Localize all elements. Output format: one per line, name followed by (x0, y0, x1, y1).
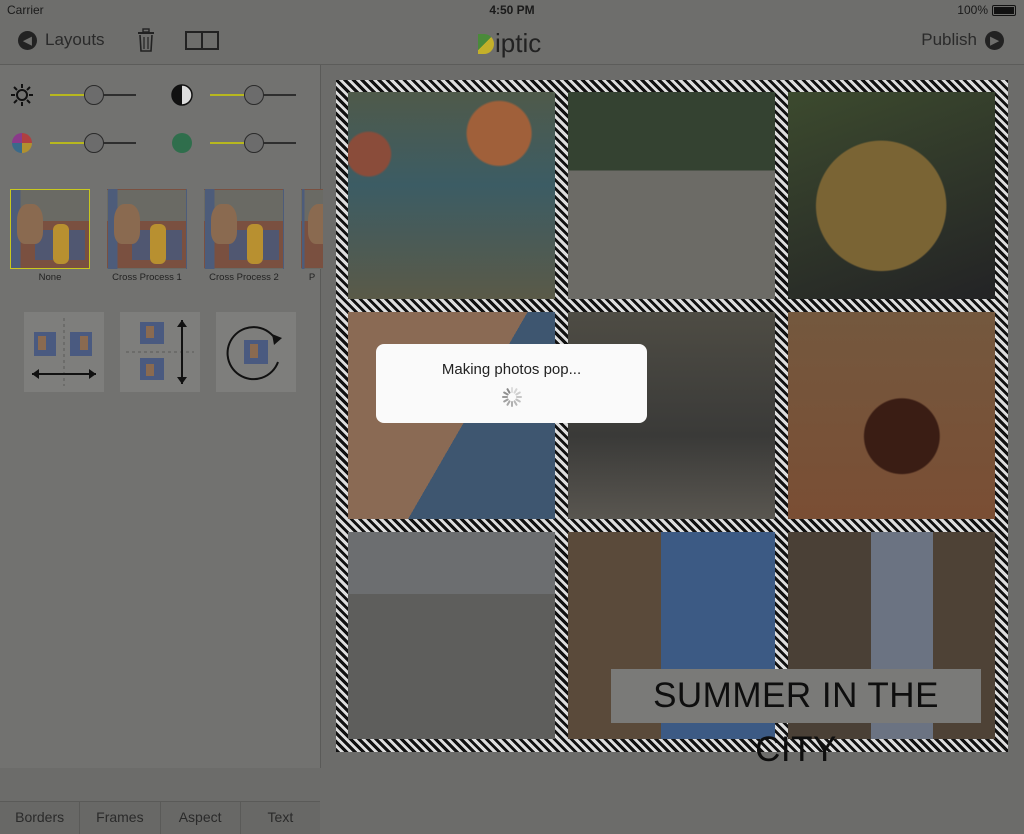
progress-hud: Making photos pop... (376, 344, 647, 423)
slider-thumb[interactable] (244, 133, 264, 153)
saturation-control (10, 131, 136, 155)
tab-aspect[interactable]: Aspect (161, 802, 241, 834)
flip-horizontal-icon[interactable] (24, 312, 104, 392)
publish-button[interactable]: Publish ▶ (921, 30, 1004, 50)
filter-cross-process-1[interactable]: Cross Process 1 (107, 189, 187, 283)
battery-icon (992, 4, 1016, 16)
brightness-slider[interactable] (50, 85, 136, 105)
flip-vertical-icon[interactable] (120, 312, 200, 392)
logo-mark-icon (478, 33, 494, 54)
photo-cell-drink[interactable] (788, 312, 995, 519)
layout-toggle-icon[interactable] (185, 31, 219, 50)
slider-thumb[interactable] (244, 85, 264, 105)
filter-none[interactable]: None (10, 189, 90, 283)
layouts-label: Layouts (45, 30, 105, 49)
layouts-back-button[interactable]: ◀ Layouts (18, 30, 105, 50)
slider-thumb[interactable] (84, 133, 104, 153)
rotate-icon[interactable] (216, 312, 296, 392)
app-logo: iptic (478, 28, 541, 59)
brightness-control (10, 83, 136, 107)
filter-label: Cross Process 2 (209, 272, 279, 283)
slider-thumb[interactable] (84, 85, 104, 105)
back-arrow-icon: ◀ (18, 30, 37, 50)
activity-spinner-icon (501, 387, 522, 407)
saturation-slider[interactable] (50, 133, 136, 153)
battery-indicator: 100% (957, 3, 1016, 17)
filter-thumbnail (301, 189, 323, 269)
forward-arrow-icon: ▶ (985, 30, 1004, 50)
filter-strip: None Cross Process 1 Cross Process 2 P (10, 189, 323, 283)
progress-message: Making photos pop... (441, 361, 582, 378)
collage-caption[interactable]: SUMMER IN THE CITY (611, 669, 981, 769)
trash-icon[interactable] (136, 28, 156, 52)
photo-cell-skateboarder[interactable] (348, 532, 555, 739)
tab-frames[interactable]: Frames (80, 802, 161, 834)
color-wheel-icon (12, 133, 32, 153)
navigation-bar: ◀ Layouts iptic Publish ▶ (0, 20, 1024, 65)
edit-sidebar: None Cross Process 1 Cross Process 2 P B… (0, 65, 323, 834)
publish-label: Publish (921, 30, 977, 49)
photo-cell-carousel[interactable] (348, 92, 555, 299)
tint-control (170, 131, 296, 155)
contrast-control (170, 83, 296, 107)
clock: 4:50 PM (489, 3, 535, 17)
filter-label: P (308, 272, 316, 283)
transform-tools (24, 312, 296, 392)
photo-cell-street[interactable] (568, 92, 775, 299)
filter-label: None (38, 272, 62, 283)
filter-thumbnail (204, 189, 284, 269)
filter-thumbnail (107, 189, 187, 269)
filter-partial[interactable]: P (301, 189, 323, 283)
bottom-tab-bar: Borders Frames Aspect Text (0, 801, 320, 834)
tab-borders[interactable]: Borders (0, 802, 81, 834)
filter-thumbnail (10, 189, 90, 269)
filter-cross-process-2[interactable]: Cross Process 2 (204, 189, 284, 283)
contrast-icon (171, 84, 193, 106)
contrast-slider[interactable] (210, 85, 296, 105)
sun-icon (11, 84, 33, 106)
status-bar: Carrier 4:50 PM 100% (0, 0, 1024, 20)
battery-percent: 100% (957, 3, 988, 17)
tint-slider[interactable] (210, 133, 296, 153)
photo-cell-basket[interactable] (788, 92, 995, 299)
app-title: iptic (495, 28, 542, 58)
tab-text[interactable]: Text (241, 802, 320, 834)
filter-label: Cross Process 1 (112, 272, 182, 283)
tint-icon (172, 133, 192, 153)
